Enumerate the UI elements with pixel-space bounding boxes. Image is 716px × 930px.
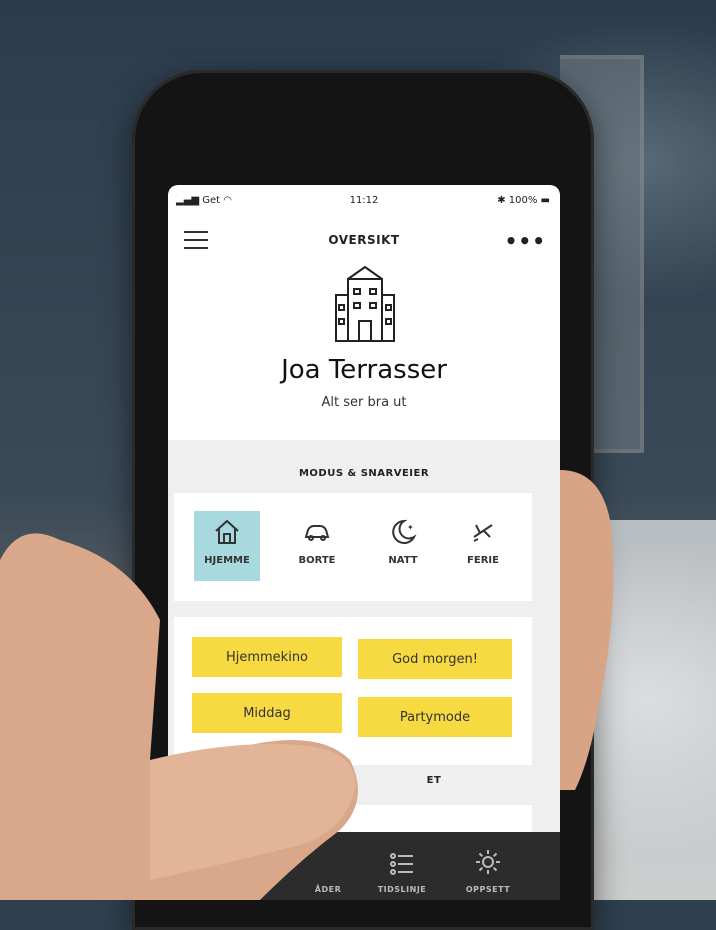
shortcut-hjemmekino-button[interactable]: Hjemmekino	[192, 637, 342, 677]
moon-stars-icon: ✦✦	[392, 519, 417, 544]
mode-label: BORTE	[298, 555, 336, 566]
tab-enheter[interactable]: ÅDER	[288, 881, 368, 894]
tab-tidslinje[interactable]: TIDSLINJE	[362, 851, 442, 894]
shortcuts-panel: Hjemmekino God morgen! Middag Partymode	[174, 617, 532, 765]
mode-label: FERIE	[467, 555, 499, 566]
modes-section-title: MODUS & SNARVEIER	[298, 468, 430, 479]
second-section-title: ET	[426, 775, 442, 786]
status-bar: ▂▄▆ Get ◠ 11:12 ✱ 100% ▬	[168, 185, 560, 213]
mode-ferie[interactable]: FERIE	[450, 511, 516, 581]
home-status-text: Alt ser bra ut	[321, 395, 407, 410]
shortcut-god-morgen-button[interactable]: God morgen!	[358, 639, 512, 679]
shortcut-partymode-button[interactable]: Partymode	[358, 697, 512, 737]
mode-label: NATT	[388, 555, 418, 566]
modes-panel: HJEMME BORTE ✦ ✦ NATT FERIE	[174, 493, 532, 601]
gear-icon	[476, 850, 500, 874]
battery-status: ✱ 100% ▬	[497, 195, 550, 206]
home-name: Joa Terrasser	[281, 355, 447, 385]
timeline-icon	[390, 853, 413, 875]
building-icon	[335, 265, 395, 342]
car-icon	[304, 525, 330, 541]
mode-natt[interactable]: ✦ ✦ NATT	[370, 511, 436, 581]
top-bar: OVERSIKT •••	[168, 221, 560, 261]
mode-hjemme[interactable]: HJEMME	[194, 511, 260, 581]
house-icon	[215, 519, 239, 544]
shortcut-middag-button[interactable]: Middag	[192, 693, 342, 733]
airplane-icon	[473, 524, 493, 542]
tab-bar: ÅDER TIDSLINJE OPPSETT	[168, 832, 560, 900]
svg-text:✦: ✦	[407, 523, 414, 532]
mode-borte[interactable]: BORTE	[284, 511, 350, 581]
svg-text:✦: ✦	[408, 535, 414, 543]
tab-oppsett[interactable]: OPPSETT	[448, 847, 528, 894]
background-window	[590, 520, 716, 900]
phone-screen: ▂▄▆ Get ◠ 11:12 ✱ 100% ▬ OVERSIKT ••• Jo…	[168, 185, 560, 900]
more-options-icon[interactable]: •••	[505, 229, 546, 253]
page-title: OVERSIKT	[328, 233, 400, 247]
mode-label: HJEMME	[204, 555, 250, 566]
